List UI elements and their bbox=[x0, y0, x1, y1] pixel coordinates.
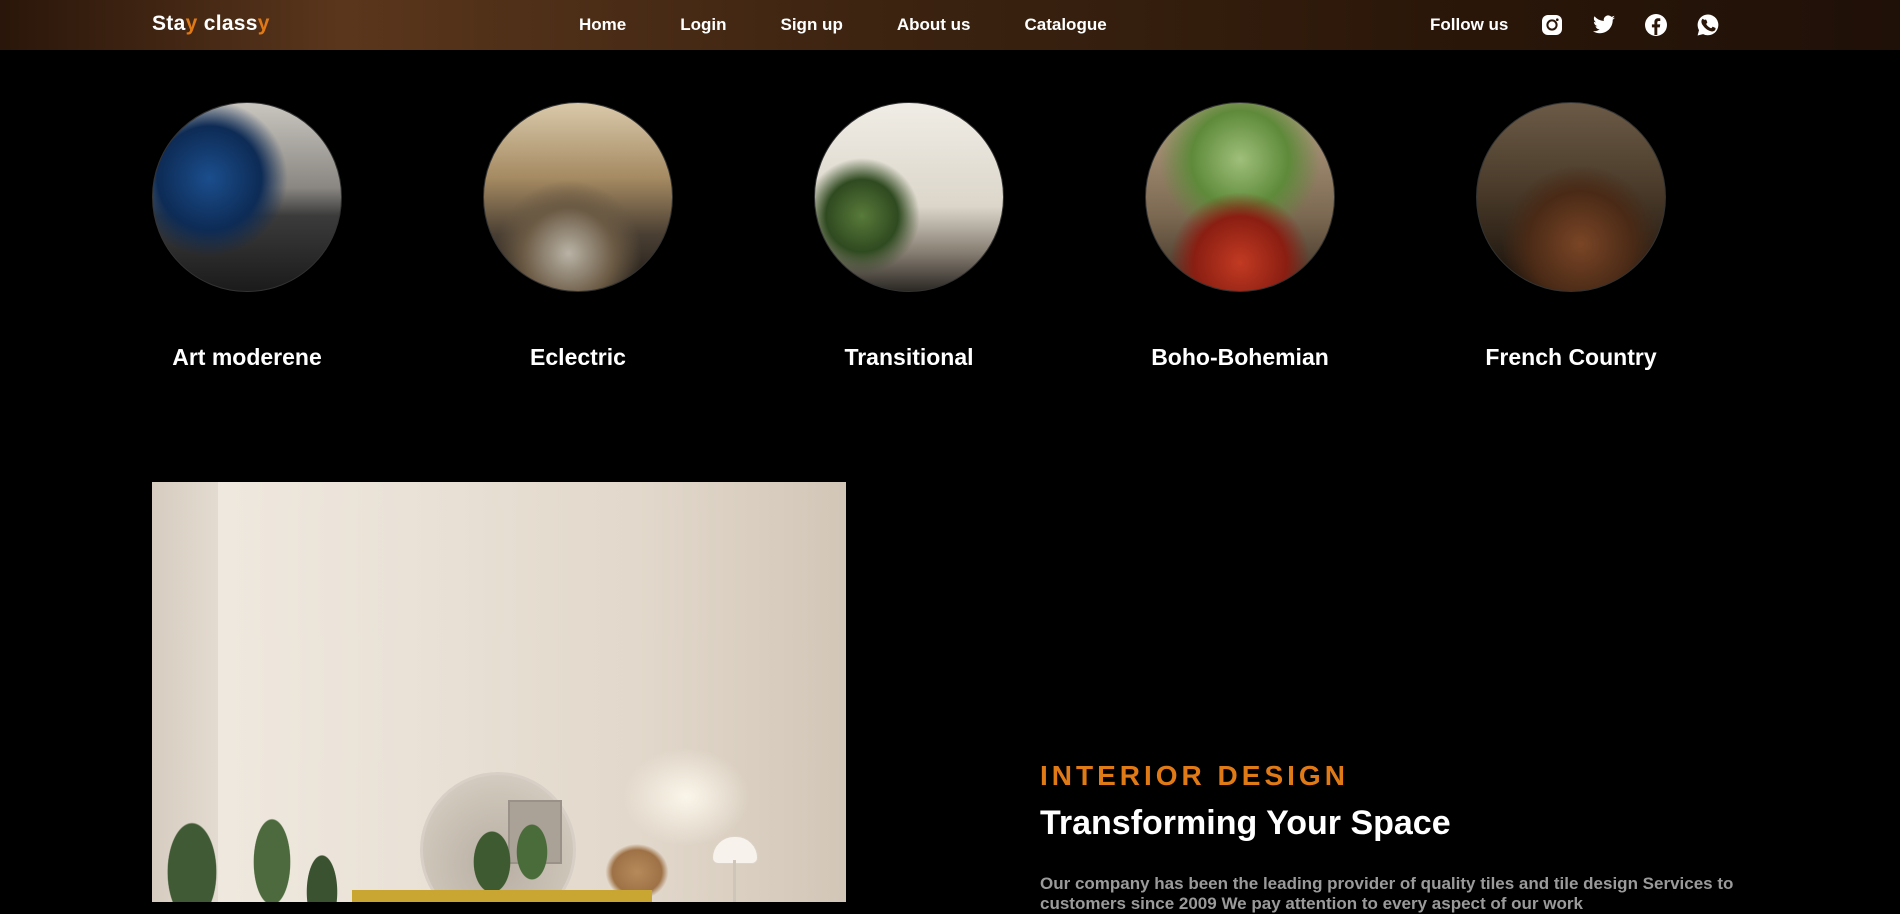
style-image-art-moderne[interactable] bbox=[152, 102, 342, 292]
style-name: Transitional bbox=[844, 344, 974, 370]
style-card-art-moderne[interactable]: Art moderene bbox=[152, 102, 342, 371]
follow-us-label: Follow us bbox=[1430, 15, 1509, 34]
style-name: French Country bbox=[1485, 344, 1657, 370]
plant-center bbox=[452, 812, 562, 902]
yellow-sideboard bbox=[352, 890, 652, 902]
style-name: Art moderene bbox=[172, 344, 322, 370]
brand-text-part: class bbox=[197, 12, 258, 35]
nav-login-link[interactable]: Login bbox=[653, 15, 753, 35]
interior-photo bbox=[152, 482, 846, 902]
style-name: Boho-Bohemian bbox=[1151, 344, 1329, 370]
lamp-stem bbox=[733, 860, 736, 902]
section-headline: Transforming Your Space bbox=[1040, 804, 1451, 842]
section-body-text: Our company has been the leading provide… bbox=[1040, 874, 1734, 913]
nav-catalogue-link[interactable]: Catalogue bbox=[997, 15, 1133, 35]
plant-left bbox=[152, 802, 352, 902]
style-card-eclectic[interactable]: Eclectric bbox=[483, 102, 673, 371]
style-image-transitional[interactable] bbox=[814, 102, 1004, 292]
style-image-boho[interactable] bbox=[1145, 102, 1335, 292]
nav-signup-link[interactable]: Sign up bbox=[754, 15, 870, 35]
brand-text-part: Sta bbox=[152, 12, 186, 35]
style-name: Eclectric bbox=[530, 344, 626, 370]
nav-home-link[interactable]: Home bbox=[552, 15, 653, 35]
top-navbar: Stay classy Home Login Sign up About us … bbox=[0, 0, 1900, 50]
design-styles-row: Art moderene Eclectric Transitional Boho… bbox=[152, 102, 1718, 382]
brand-logo[interactable]: Stay classy bbox=[152, 12, 270, 36]
follow-us-group: Follow us bbox=[1430, 0, 1734, 50]
brand-accent-letter: y bbox=[185, 12, 198, 35]
twitter-icon[interactable] bbox=[1591, 12, 1617, 38]
instagram-icon[interactable] bbox=[1539, 12, 1565, 38]
nav-about-link[interactable]: About us bbox=[870, 15, 998, 35]
style-card-transitional[interactable]: Transitional bbox=[814, 102, 1004, 371]
style-image-french-country[interactable] bbox=[1476, 102, 1666, 292]
brand-accent-letter: y bbox=[257, 12, 270, 35]
style-card-french-country[interactable]: French Country bbox=[1476, 102, 1666, 371]
style-card-boho[interactable]: Boho-Bohemian bbox=[1145, 102, 1335, 371]
whatsapp-icon[interactable] bbox=[1695, 12, 1721, 38]
section-eyebrow: INTERIOR DESIGN bbox=[1040, 760, 1349, 791]
style-image-eclectic[interactable] bbox=[483, 102, 673, 292]
facebook-icon[interactable] bbox=[1643, 12, 1669, 38]
nav-links: Home Login Sign up About us Catalogue bbox=[552, 0, 1134, 50]
